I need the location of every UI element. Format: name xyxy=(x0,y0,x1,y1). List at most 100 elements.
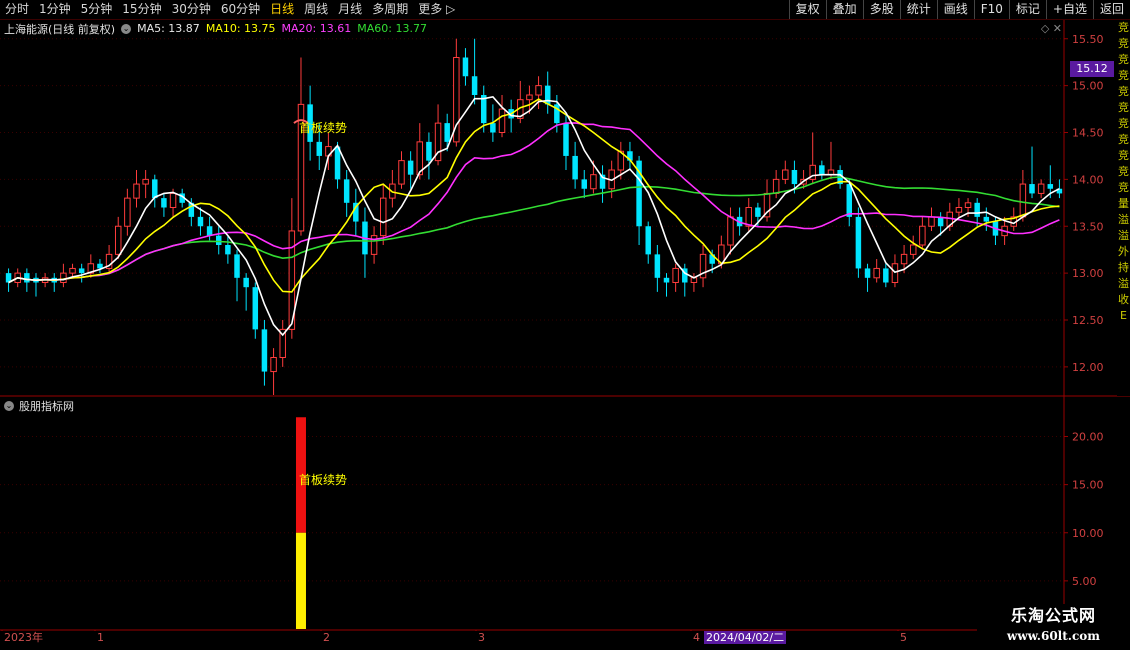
indicator-settings-icon[interactable]: ⌄ xyxy=(4,401,14,411)
chart-corner-icons[interactable]: ◇ ✕ xyxy=(1041,22,1062,35)
candle-body xyxy=(206,226,213,236)
ma5-label: MA5: 13.87 xyxy=(137,22,200,35)
candle-body xyxy=(471,76,478,95)
side-strip-char: 外 xyxy=(1118,245,1129,258)
date-label: 5 xyxy=(900,631,907,644)
candle-body xyxy=(964,202,972,208)
candle-body xyxy=(855,216,862,269)
candle-body xyxy=(526,94,533,101)
candle-body xyxy=(727,216,734,246)
candle-body xyxy=(379,197,387,237)
settings-circle-icon[interactable]: ⌄ xyxy=(121,23,132,34)
period-tab-1[interactable]: 1分钟 xyxy=(34,0,76,19)
stock-name: 上海能源(日线 前复权) xyxy=(4,22,116,36)
period-tab-9[interactable]: 多周期 xyxy=(367,0,413,19)
diamond-icon[interactable]: ◇ xyxy=(1041,22,1049,35)
toolbar-button-6[interactable]: 标记 xyxy=(1008,0,1046,19)
y-tick-label: 13.50 xyxy=(1072,220,1104,233)
candle-body xyxy=(891,263,899,283)
ma20-label: MA20: 13.61 xyxy=(281,22,352,35)
side-strip-char: 竞 xyxy=(1118,21,1129,34)
candle-body xyxy=(772,178,780,194)
candle-body xyxy=(645,226,651,255)
date-label: 4 xyxy=(693,631,700,644)
toolbar-button-3[interactable]: 统计 xyxy=(899,0,937,19)
side-strip: 竞竞竞竞竞竞竞竞竞竞竞量溢溢外持溢收E xyxy=(1117,20,1130,396)
toolbar-button-8[interactable]: 返回 xyxy=(1092,0,1130,19)
ma60-label: MA60: 13.77 xyxy=(357,22,427,35)
date-label: 2 xyxy=(323,631,330,644)
date-label: 2023年 xyxy=(4,631,43,644)
candle-body xyxy=(398,160,405,185)
candle-body xyxy=(791,170,798,185)
candle-body xyxy=(444,123,450,142)
side-strip-char: 竞 xyxy=(1118,165,1129,178)
top-toolbar: 分时 1分钟 5分钟 15分钟 30分钟 60分钟 日线 周线 月线 多周期 更多 ▷ 复权 叠加 多股… xyxy=(0,0,1130,20)
period-tab-0[interactable]: 分时 xyxy=(0,0,34,19)
ind-y-tick-label: 20.00 xyxy=(1072,431,1104,444)
candle-body xyxy=(873,267,880,279)
toolbar-button-2[interactable]: 多股 xyxy=(862,0,900,19)
side-strip-char: 竞 xyxy=(1118,117,1129,130)
candle-body xyxy=(169,192,177,208)
indicator-title: ⌄ 股朋指标网 xyxy=(4,398,74,414)
side-strip-char: 竞 xyxy=(1118,133,1129,146)
indicator-name: 股朋指标网 xyxy=(19,400,74,413)
ma5-line xyxy=(8,96,1060,337)
candle-body xyxy=(819,165,825,175)
candle-body xyxy=(490,123,496,133)
candle-body xyxy=(407,160,414,175)
toolbar-button-5[interactable]: F10 xyxy=(973,0,1009,19)
toolbar-button-0[interactable]: 复权 xyxy=(788,0,826,19)
candle-body xyxy=(69,267,76,274)
candle-body xyxy=(563,123,569,156)
candle-body xyxy=(197,216,204,227)
y-tick-label: 14.00 xyxy=(1072,173,1104,186)
close-icon[interactable]: ✕ xyxy=(1053,22,1062,35)
signal-label-main: 首板续势 xyxy=(299,121,347,135)
side-strip-char: 溢 xyxy=(1118,229,1129,242)
period-tab-8[interactable]: 月线 xyxy=(333,0,367,19)
side-strip-char: 竞 xyxy=(1118,181,1129,194)
y-tick-label: 14.50 xyxy=(1072,127,1104,140)
side-strip-char: 竞 xyxy=(1118,37,1129,50)
watermark: 乐淘公式网 www.60lt.com xyxy=(977,604,1130,650)
side-strip-char: 溢 xyxy=(1118,277,1129,290)
candle-body xyxy=(846,184,852,217)
ind-y-tick-label: 5.00 xyxy=(1072,575,1097,588)
toolbar-button-4[interactable]: 画线 xyxy=(936,0,974,19)
candle-body xyxy=(142,178,149,185)
candle-body xyxy=(252,287,259,330)
candle-body xyxy=(216,235,222,245)
date-highlight: 2024/04/02/二 xyxy=(704,631,787,644)
candle-body xyxy=(161,198,167,208)
date-axis: 2024/04/02/二 2023年 1 2 3 4 5 xyxy=(0,631,1130,650)
candle-body xyxy=(955,207,963,213)
toolbar-button-7[interactable]: +自选 xyxy=(1045,0,1093,19)
period-tab-3[interactable]: 15分钟 xyxy=(117,0,166,19)
candle-body xyxy=(261,329,268,372)
kline-chart[interactable]: 15.50 15.00 14.50 14.00 13.50 13.00 12.50 12.00… xyxy=(0,20,1130,631)
candle-body xyxy=(745,207,752,227)
candle-body xyxy=(1029,184,1035,194)
side-strip-char: 竞 xyxy=(1118,101,1129,114)
candle-body xyxy=(234,254,240,278)
period-tab-4[interactable]: 30分钟 xyxy=(167,0,216,19)
candle-body xyxy=(225,245,231,255)
side-strip-char: 竞 xyxy=(1118,149,1129,162)
candle-body xyxy=(590,174,597,190)
period-tab-10[interactable]: 更多 ▷ xyxy=(413,0,460,19)
toolbar-button-1[interactable]: 叠加 xyxy=(825,0,863,19)
candle-body xyxy=(864,268,871,278)
period-tab-7[interactable]: 周线 xyxy=(299,0,333,19)
y-tick-label: 12.00 xyxy=(1072,361,1104,374)
period-tab-5[interactable]: 60分钟 xyxy=(216,0,265,19)
period-tab-2[interactable]: 5分钟 xyxy=(76,0,118,19)
side-strip-char: 竞 xyxy=(1118,53,1129,66)
date-label: 1 xyxy=(97,631,104,644)
y-tick-label: 15.00 xyxy=(1072,80,1104,93)
period-tab-6[interactable]: 日线 xyxy=(265,0,299,19)
y-tick-label: 13.00 xyxy=(1072,267,1104,280)
candle-body xyxy=(462,57,469,77)
candle-body xyxy=(243,277,249,288)
